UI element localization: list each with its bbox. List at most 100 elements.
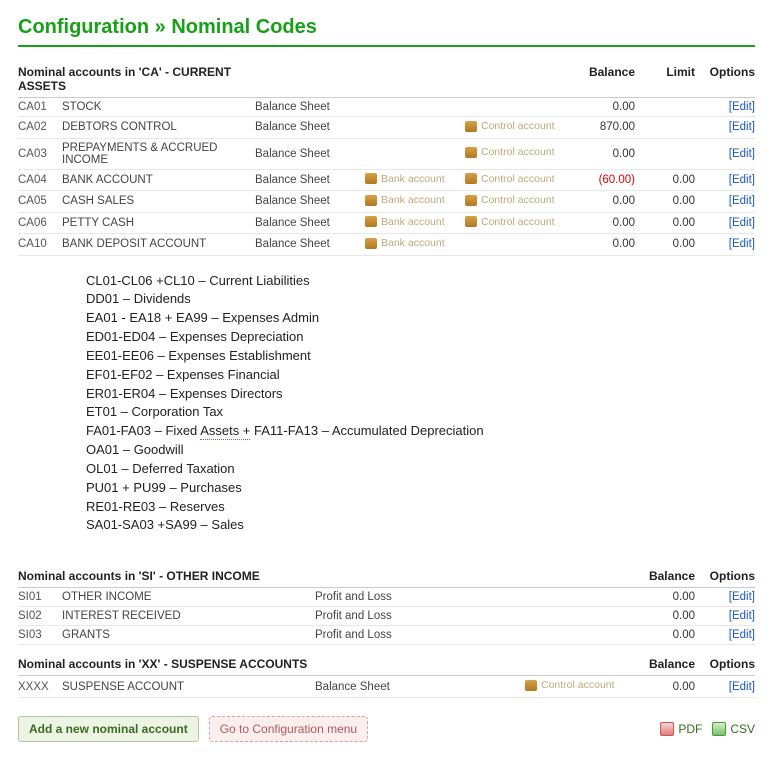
col-blank — [525, 657, 625, 671]
account-code: SI02 — [18, 610, 62, 622]
edit-link[interactable]: [Edit] — [729, 101, 755, 113]
list-item: EE01-EE06 – Expenses Establishment — [86, 347, 755, 366]
account-type: Balance Sheet — [255, 174, 365, 186]
col-blank — [425, 657, 525, 671]
export-csv-label: CSV — [730, 722, 755, 736]
table-row: CA06PETTY CASHBalance SheetBank accountC… — [18, 213, 755, 235]
control-account-icon — [465, 147, 477, 158]
add-nominal-account-button[interactable]: Add a new nominal account — [18, 716, 199, 742]
bank-account-tag: Bank account — [365, 173, 465, 188]
account-code: SI03 — [18, 629, 62, 641]
table-row: CA02DEBTORS CONTROLBalance SheetControl … — [18, 117, 755, 139]
list-item: RE01-RE03 – Reserves — [86, 498, 755, 517]
account-name: PREPAYMENTS & ACCRUED INCOME — [62, 142, 255, 166]
edit-link[interactable]: [Edit] — [729, 238, 755, 250]
table-row: CA03PREPAYMENTS & ACCRUED INCOMEBalance … — [18, 139, 755, 170]
options-header: Options — [695, 569, 755, 583]
account-name: CASH SALES — [62, 195, 255, 207]
code-range-notes: CL01-CL06 +CL10 – Current LiabilitiesDD0… — [86, 272, 755, 536]
col-blank — [465, 65, 565, 93]
bank-account-icon — [365, 216, 377, 227]
options-header: Options — [695, 657, 755, 671]
bank-account-label: Bank account — [381, 237, 445, 249]
bank-account-tag: Bank account — [365, 194, 465, 209]
options-cell: [Edit] — [695, 591, 755, 603]
options-cell: [Edit] — [695, 121, 755, 133]
list-item: OL01 – Deferred Taxation — [86, 460, 755, 479]
options-cell: [Edit] — [695, 629, 755, 641]
bank-account-label: Bank account — [381, 216, 445, 228]
balance-header: Balance — [625, 569, 695, 583]
options-cell: [Edit] — [695, 681, 755, 693]
account-type: Profit and Loss — [315, 629, 425, 641]
limit-value: 0.00 — [635, 217, 695, 229]
control-account-tag: Control account — [465, 173, 565, 188]
account-type: Balance Sheet — [255, 238, 365, 250]
table-row: CA05CASH SALESBalance SheetBank accountC… — [18, 191, 755, 213]
limit-value: 0.00 — [635, 195, 695, 207]
account-type: Balance Sheet — [255, 217, 365, 229]
table-row: CA04BANK ACCOUNTBalance SheetBank accoun… — [18, 170, 755, 192]
account-type: Balance Sheet — [255, 195, 365, 207]
balance-value: 0.00 — [565, 101, 635, 113]
bank-account-icon — [365, 173, 377, 184]
list-item: ED01-ED04 – Expenses Depreciation — [86, 328, 755, 347]
control-account-label: Control account — [481, 194, 555, 206]
options-cell: [Edit] — [695, 148, 755, 160]
control-account-icon — [465, 195, 477, 206]
account-code: CA02 — [18, 121, 62, 133]
account-type: Profit and Loss — [315, 610, 425, 622]
pdf-icon — [660, 722, 674, 736]
bank-account-label: Bank account — [381, 173, 445, 185]
edit-link[interactable]: [Edit] — [729, 591, 755, 603]
account-code: CA01 — [18, 101, 62, 113]
list-item: PU01 + PU99 – Purchases — [86, 479, 755, 498]
edit-link[interactable]: [Edit] — [729, 174, 755, 186]
bank-account-label: Bank account — [381, 194, 445, 206]
account-name: STOCK — [62, 101, 255, 113]
control-account-tag: Control account — [465, 146, 565, 161]
account-code: CA03 — [18, 148, 62, 160]
control-account-tag: Control account — [465, 216, 565, 231]
section-header: Nominal accounts in 'XX' - SUSPENSE ACCO… — [18, 653, 755, 676]
account-type: Balance Sheet — [255, 121, 365, 133]
account-type: Balance Sheet — [315, 681, 425, 693]
section-header: Nominal accounts in 'CA' - CURRENT ASSET… — [18, 61, 755, 98]
account-code: XXXX — [18, 681, 62, 693]
edit-link[interactable]: [Edit] — [729, 681, 755, 693]
export-pdf-link[interactable]: PDF — [660, 722, 702, 736]
edit-link[interactable]: [Edit] — [729, 148, 755, 160]
section-label: Nominal accounts in 'SI' - OTHER INCOME — [18, 569, 315, 583]
options-cell: [Edit] — [695, 217, 755, 229]
balance-value: 0.00 — [565, 238, 635, 250]
edit-link[interactable]: [Edit] — [729, 195, 755, 207]
export-csv-link[interactable]: CSV — [712, 722, 755, 736]
col-blank — [525, 569, 625, 583]
control-account-icon — [465, 216, 477, 227]
account-name: INTEREST RECEIVED — [62, 610, 315, 622]
account-type: Balance Sheet — [255, 148, 365, 160]
edit-link[interactable]: [Edit] — [729, 217, 755, 229]
limit-value: 0.00 — [635, 174, 695, 186]
bank-account-icon — [365, 238, 377, 249]
page-title: Configuration » Nominal Codes — [18, 16, 755, 39]
section-header: Nominal accounts in 'SI' - OTHER INCOME B… — [18, 565, 755, 588]
bank-account-tag: Bank account — [365, 216, 465, 231]
list-item: DD01 – Dividends — [86, 290, 755, 309]
edit-link[interactable]: [Edit] — [729, 610, 755, 622]
col-blank — [425, 569, 525, 583]
list-item: CL01-CL06 +CL10 – Current Liabilities — [86, 272, 755, 291]
control-account-label: Control account — [481, 146, 555, 158]
table-row: SI02INTEREST RECEIVEDProfit and Loss0.00… — [18, 607, 755, 626]
balance-value: 0.00 — [625, 681, 695, 693]
col-blank — [255, 65, 365, 93]
edit-link[interactable]: [Edit] — [729, 629, 755, 641]
export-pdf-label: PDF — [678, 722, 702, 736]
control-account-icon — [525, 680, 537, 691]
balance-header: Balance — [625, 657, 695, 671]
list-item: OA01 – Goodwill — [86, 441, 755, 460]
edit-link[interactable]: [Edit] — [729, 121, 755, 133]
col-blank — [365, 65, 465, 93]
table-row: CA10BANK DEPOSIT ACCOUNTBalance SheetBan… — [18, 234, 755, 256]
go-to-configuration-button[interactable]: Go to Configuration menu — [209, 716, 368, 742]
